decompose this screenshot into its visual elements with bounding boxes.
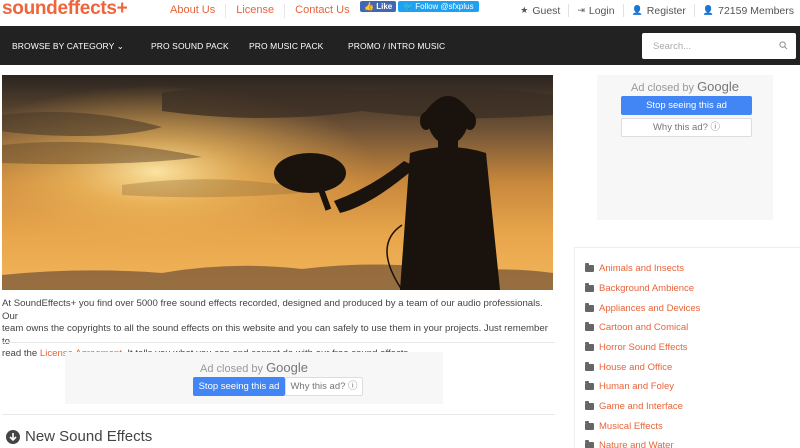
- hero-image: [2, 75, 553, 290]
- category-label: Musical Effects: [599, 421, 663, 432]
- folder-icon: [585, 401, 594, 410]
- ad-closed-label: Ad closed by: [200, 363, 263, 375]
- twitter-icon: 🐦: [403, 2, 413, 11]
- why-this-ad-button[interactable]: Why this ad? ⓘ: [621, 118, 752, 137]
- category-label: Cartoon and Comical: [599, 322, 689, 333]
- register-label: Register: [646, 4, 686, 17]
- login-link[interactable]: ⇥ Login: [569, 4, 624, 17]
- pro-music-pack-link[interactable]: PRO MUSIC PACK: [249, 41, 323, 51]
- stop-seeing-ad-button[interactable]: Stop seeing this ad: [193, 377, 285, 396]
- new-sound-effects-heading: New Sound Effects: [6, 428, 152, 445]
- folder-icon: [585, 421, 594, 430]
- twitter-follow-button[interactable]: 🐦 Follow @sfxplus: [398, 1, 479, 12]
- intro-line-1: At SoundEffects+ you find over 5000 free…: [2, 298, 543, 322]
- register-link[interactable]: 👤 Register: [624, 4, 695, 17]
- category-item[interactable]: Human and Foley: [585, 381, 674, 392]
- google-logo: Google: [266, 360, 308, 375]
- ad-closed-label: Ad closed by: [631, 82, 694, 94]
- category-item[interactable]: Musical Effects: [585, 421, 663, 432]
- sidebar-ad-closed-box: Ad closed by Google Stop seeing this ad …: [597, 75, 773, 220]
- facebook-icon: 👍: [364, 2, 374, 11]
- about-us-link[interactable]: About Us: [160, 4, 227, 18]
- category-item[interactable]: Cartoon and Comical: [585, 322, 688, 333]
- category-item[interactable]: House and Office: [585, 362, 672, 373]
- category-item[interactable]: Animals and Insects: [585, 263, 684, 274]
- folder-icon: [585, 283, 594, 292]
- intro-line-2: team owns the copyrights to all the soun…: [2, 323, 548, 347]
- folder-icon: [585, 322, 594, 331]
- ad-closed-text: Ad closed by Google: [65, 360, 443, 375]
- guest-item: ★ Guest: [512, 4, 570, 17]
- search-input[interactable]: Search...: [653, 41, 691, 52]
- intro-line-3-pre: read the: [2, 348, 40, 359]
- folder-icon: [585, 342, 594, 351]
- category-list: Animals and Insects Background Ambience …: [574, 247, 800, 448]
- category-label: Animals and Insects: [599, 263, 685, 274]
- category-label: Nature and Water: [599, 440, 674, 448]
- ad-closed-box: Ad closed by Google Stop seeing this ad …: [65, 352, 443, 404]
- folder-icon: [585, 440, 594, 448]
- category-label: Game and Interface: [599, 401, 683, 412]
- license-link[interactable]: License: [226, 4, 286, 18]
- new-sound-effects-title: New Sound Effects: [25, 428, 153, 445]
- category-label: Horror Sound Effects: [599, 342, 688, 353]
- folder-icon: [585, 362, 594, 371]
- top-bar: soundeffects+ About Us License Contact U…: [0, 0, 800, 22]
- divider: [2, 342, 555, 343]
- search-icon[interactable]: [779, 41, 788, 50]
- google-logo: Google: [697, 79, 739, 94]
- promo-intro-music-link[interactable]: PROMO / INTRO MUSIC: [348, 41, 445, 51]
- guest-label: Guest: [532, 4, 561, 17]
- site-logo[interactable]: soundeffects+: [2, 0, 128, 20]
- folder-icon: [585, 303, 594, 312]
- category-item[interactable]: Background Ambience: [585, 283, 694, 294]
- arrow-down-circle-icon: [6, 429, 20, 444]
- members-label: 72159 Members: [718, 4, 794, 17]
- folder-icon: [585, 381, 594, 390]
- category-label: House and Office: [599, 362, 673, 373]
- category-item[interactable]: Horror Sound Effects: [585, 342, 688, 353]
- category-label: Appliances and Devices: [599, 303, 701, 314]
- header-links: About Us License Contact Us: [160, 4, 360, 18]
- login-label: Login: [588, 4, 615, 17]
- pro-sound-pack-link[interactable]: PRO SOUND PACK: [151, 41, 229, 51]
- facebook-like-button[interactable]: 👍 Like: [360, 1, 397, 12]
- contact-us-link[interactable]: Contact Us: [285, 4, 359, 18]
- user-icon: 👤: [702, 5, 715, 15]
- members-count: 👤 72159 Members: [695, 4, 794, 17]
- twitter-follow-label: Follow @sfxplus: [415, 2, 474, 11]
- ad-closed-text: Ad closed by Google: [597, 79, 773, 94]
- stop-seeing-ad-button[interactable]: Stop seeing this ad: [621, 96, 752, 115]
- browse-by-category-menu[interactable]: BROWSE BY CATEGORY ⌄: [12, 41, 124, 52]
- user-links: ★ Guest ⇥ Login 👤 Register 👤 72159 Members: [512, 4, 794, 17]
- category-item[interactable]: Nature and Water: [585, 440, 674, 448]
- category-item[interactable]: Game and Interface: [585, 401, 683, 412]
- login-icon: ⇥: [577, 5, 585, 15]
- category-label: Background Ambience: [599, 283, 695, 294]
- facebook-like-label: Like: [376, 2, 393, 11]
- category-item[interactable]: Appliances and Devices: [585, 303, 700, 314]
- browse-label: BROWSE BY CATEGORY: [12, 41, 115, 51]
- search-box[interactable]: Search...: [642, 33, 796, 59]
- divider: [2, 414, 555, 415]
- star-icon: ★: [520, 5, 529, 15]
- chevron-down-icon: ⌄: [116, 41, 124, 51]
- why-this-ad-button[interactable]: Why this ad? ⓘ: [285, 377, 363, 396]
- user-icon: 👤: [631, 5, 643, 15]
- category-label: Human and Foley: [599, 381, 674, 392]
- folder-icon: [585, 263, 594, 272]
